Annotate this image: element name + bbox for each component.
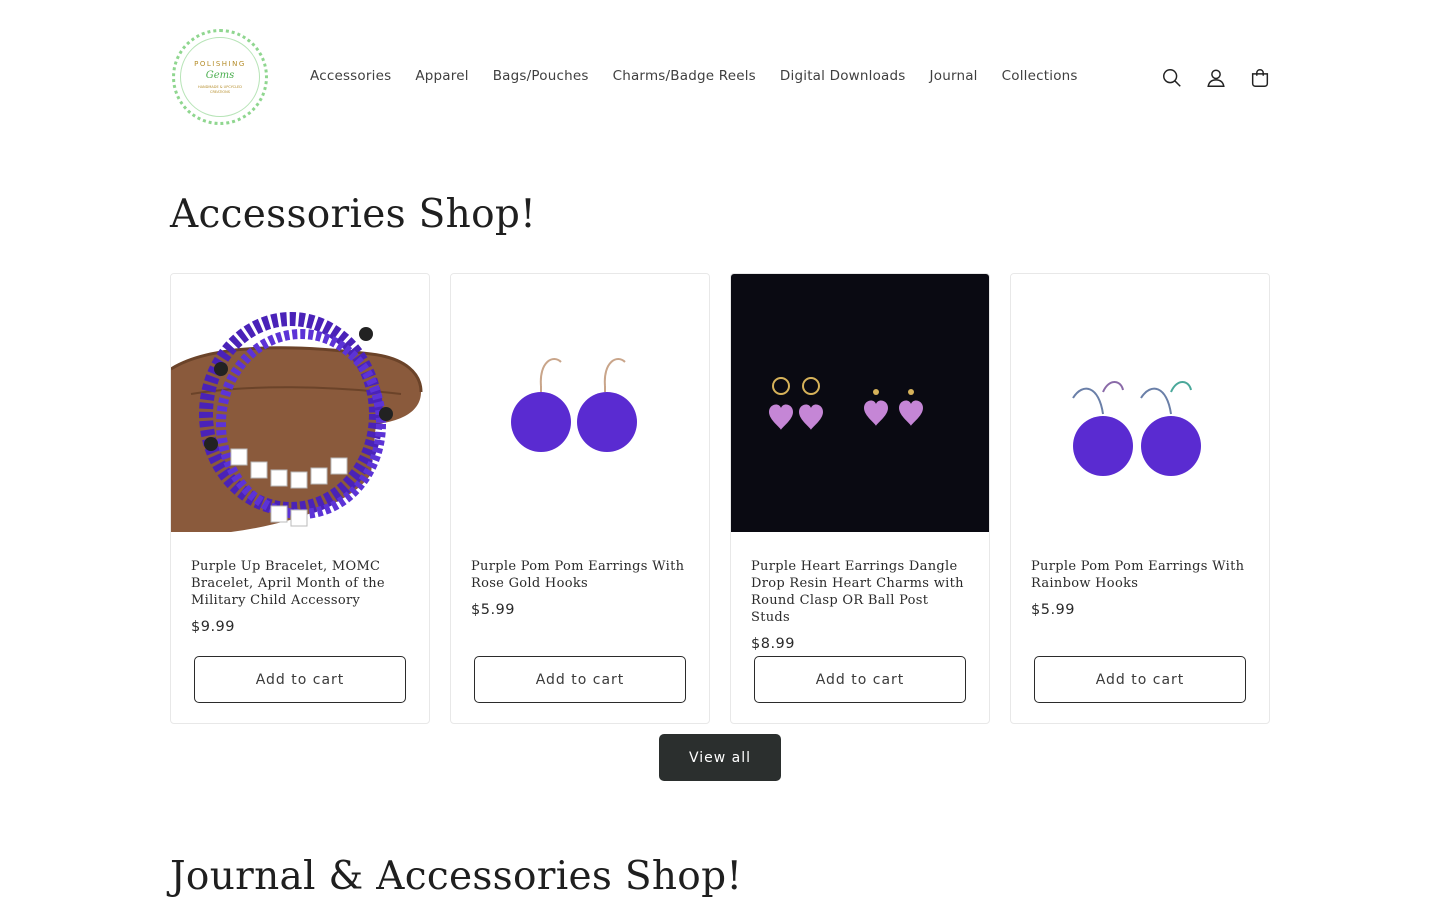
product-title[interactable]: Purple Up Bracelet, MOMC Bracelet, April… [191,558,411,609]
add-to-cart-button[interactable]: Add to cart [194,656,406,703]
product-info: Purple Up Bracelet, MOMC Bracelet, April… [191,558,411,635]
nav-item-bags-pouches[interactable]: Bags/Pouches [481,66,601,86]
rainbow-pom-pom-earrings-photo[interactable] [1011,274,1269,532]
section-title-journal-accessories: Journal & Accessories Shop! [170,854,743,899]
bracelet-image [171,274,429,532]
product-info: Purple Heart Earrings Dangle Drop Resin … [751,558,971,652]
add-to-cart-button[interactable]: Add to cart [474,656,686,703]
section-title-accessories: Accessories Shop! [170,192,537,237]
bracelet-photo[interactable] [171,274,429,532]
product-grid: Purple Up Bracelet, MOMC Bracelet, April… [170,273,1270,724]
product-title[interactable]: Purple Pom Pom Earrings With Rose Gold H… [471,558,691,592]
logo-badge: POLISHING Gems HANDMADE & UPCYCLED CREAT… [180,37,260,117]
nav-item-digital-downloads[interactable]: Digital Downloads [768,66,918,86]
product-price: $5.99 [1031,602,1076,618]
product-card[interactable]: Purple Pom Pom Earrings With Rose Gold H… [450,273,710,724]
view-all-button[interactable]: View all [659,734,781,781]
nav-item-apparel[interactable]: Apparel [403,66,480,86]
search-icon [1163,69,1181,87]
nav-item-journal[interactable]: Journal [918,66,990,86]
search-button[interactable] [1150,60,1194,96]
rainbow-pom-pom-earrings-image [1011,274,1269,532]
product-info: Purple Pom Pom Earrings With Rose Gold H… [471,558,691,618]
product-price: $9.99 [191,619,236,635]
product-price: $5.99 [471,602,516,618]
nav-item-accessories[interactable]: Accessories [298,66,403,86]
pom-pom-earrings-image [451,274,709,532]
heart-earrings-photo[interactable] [731,274,989,532]
add-to-cart-button[interactable]: Add to cart [754,656,966,703]
site-logo[interactable]: POLISHING Gems HANDMADE & UPCYCLED CREAT… [172,29,268,125]
account-button[interactable] [1194,60,1238,96]
logo-text-small: HANDMADE & UPCYCLED CREATIONS [198,84,242,94]
product-title[interactable]: Purple Pom Pom Earrings With Rainbow Hoo… [1031,558,1251,592]
product-card[interactable]: Purple Pom Pom Earrings With Rainbow Hoo… [1010,273,1270,724]
cart-icon [1251,69,1269,87]
header-icons [1150,60,1282,96]
logo-text-script: Gems [205,69,235,81]
pom-pom-earrings-photo[interactable] [451,274,709,532]
main-nav: Accessories Apparel Bags/Pouches Charms/… [298,66,1090,86]
cart-button[interactable] [1238,60,1282,96]
nav-item-charms-badge-reels[interactable]: Charms/Badge Reels [601,66,768,86]
site-header: POLISHING Gems HANDMADE & UPCYCLED CREAT… [0,0,1440,152]
add-to-cart-button[interactable]: Add to cart [1034,656,1246,703]
logo-text-top: POLISHING [194,59,246,68]
nav-item-collections[interactable]: Collections [990,66,1090,86]
product-card[interactable]: Purple Heart Earrings Dangle Drop Resin … [730,273,990,724]
product-info: Purple Pom Pom Earrings With Rainbow Hoo… [1031,558,1251,618]
product-title[interactable]: Purple Heart Earrings Dangle Drop Resin … [751,558,971,626]
account-icon [1207,69,1225,87]
heart-earrings-image [731,274,989,532]
product-card[interactable]: Purple Up Bracelet, MOMC Bracelet, April… [170,273,430,724]
product-price: $8.99 [751,636,796,652]
